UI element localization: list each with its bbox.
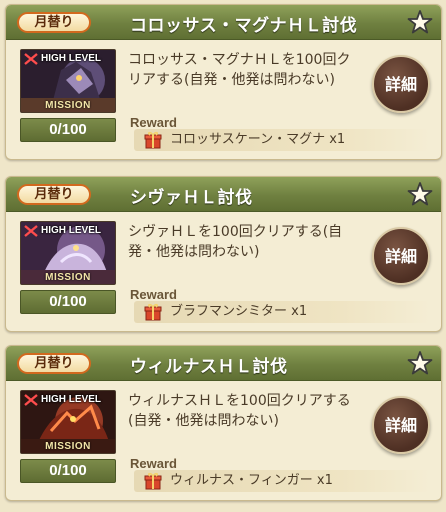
mission-description: コロッサス・マグナＨＬを100回クリアする(自発・他発は問わない) [128, 52, 351, 88]
mission-title: コロッサス・マグナＨＬ討伐 [130, 16, 358, 36]
crossed-swords-icon [24, 394, 38, 406]
mission-header: 月替り コロッサス・マグナＨＬ討伐 [6, 5, 441, 40]
mission-card: 月替り シヴァＨＬ討伐 HIGH LEVEL MISSION 0/100 シヴァ… [5, 176, 442, 332]
detail-button[interactable]: 詳細 [372, 55, 430, 113]
mission-description: ウィルナスＨＬを100回クリアする(自発・他発は問わない) [128, 393, 351, 429]
mission-label: MISSION [45, 272, 91, 283]
progress-counter: 0/100 [20, 290, 116, 314]
gift-box-icon [144, 472, 162, 490]
mission-label: MISSION [45, 100, 91, 111]
reward-label: Reward [130, 115, 177, 130]
reward-row: ウィルナス・フィンガー x1 [134, 470, 430, 492]
mission-card: 月替り コロッサス・マグナＨＬ討伐 HIGH LEVEL MISSION 0/1… [5, 4, 442, 160]
mission-title: シヴァＨＬ討伐 [130, 188, 253, 208]
reward-row: ブラフマンシミター x1 [134, 301, 430, 323]
monthly-badge: 月替り [17, 184, 91, 205]
favorite-star-icon[interactable] [407, 181, 433, 207]
crossed-swords-icon [24, 225, 38, 237]
crossed-swords-icon [24, 53, 38, 65]
progress-counter: 0/100 [20, 459, 116, 483]
reward-row: コロッサスケーン・マグナ x1 [134, 129, 430, 151]
reward-label: Reward [130, 287, 177, 302]
gift-box-icon [144, 303, 162, 321]
mission-label: MISSION [45, 441, 91, 452]
detail-button[interactable]: 詳細 [372, 396, 430, 454]
reward-item: ブラフマンシミター x1 [170, 304, 308, 319]
mission-title: ウィルナスＨＬ討伐 [130, 357, 288, 377]
high-level-label: HIGH LEVEL [41, 53, 102, 64]
monthly-badge: 月替り [17, 353, 91, 374]
gift-box-icon [144, 131, 162, 149]
detail-button[interactable]: 詳細 [372, 227, 430, 285]
monthly-badge: 月替り [17, 12, 91, 33]
mission-header: 月替り ウィルナスＨＬ討伐 [6, 346, 441, 381]
mission-thumbnail: HIGH LEVEL MISSION [20, 221, 116, 285]
high-level-label: HIGH LEVEL [41, 225, 102, 236]
reward-item: コロッサスケーン・マグナ x1 [170, 132, 346, 147]
mission-thumbnail: HIGH LEVEL MISSION [20, 49, 116, 113]
mission-card: 月替り ウィルナスＨＬ討伐 HIGH LEVEL MISSION 0/100 ウ… [5, 345, 442, 501]
mission-description: シヴァＨＬを100回クリアする(自発・他発は問わない) [128, 224, 343, 260]
high-level-label: HIGH LEVEL [41, 394, 102, 405]
favorite-star-icon[interactable] [407, 350, 433, 376]
reward-item: ウィルナス・フィンガー x1 [170, 473, 333, 488]
favorite-star-icon[interactable] [407, 9, 433, 35]
progress-counter: 0/100 [20, 118, 116, 142]
reward-label: Reward [130, 456, 177, 471]
mission-header: 月替り シヴァＨＬ討伐 [6, 177, 441, 212]
mission-thumbnail: HIGH LEVEL MISSION [20, 390, 116, 454]
